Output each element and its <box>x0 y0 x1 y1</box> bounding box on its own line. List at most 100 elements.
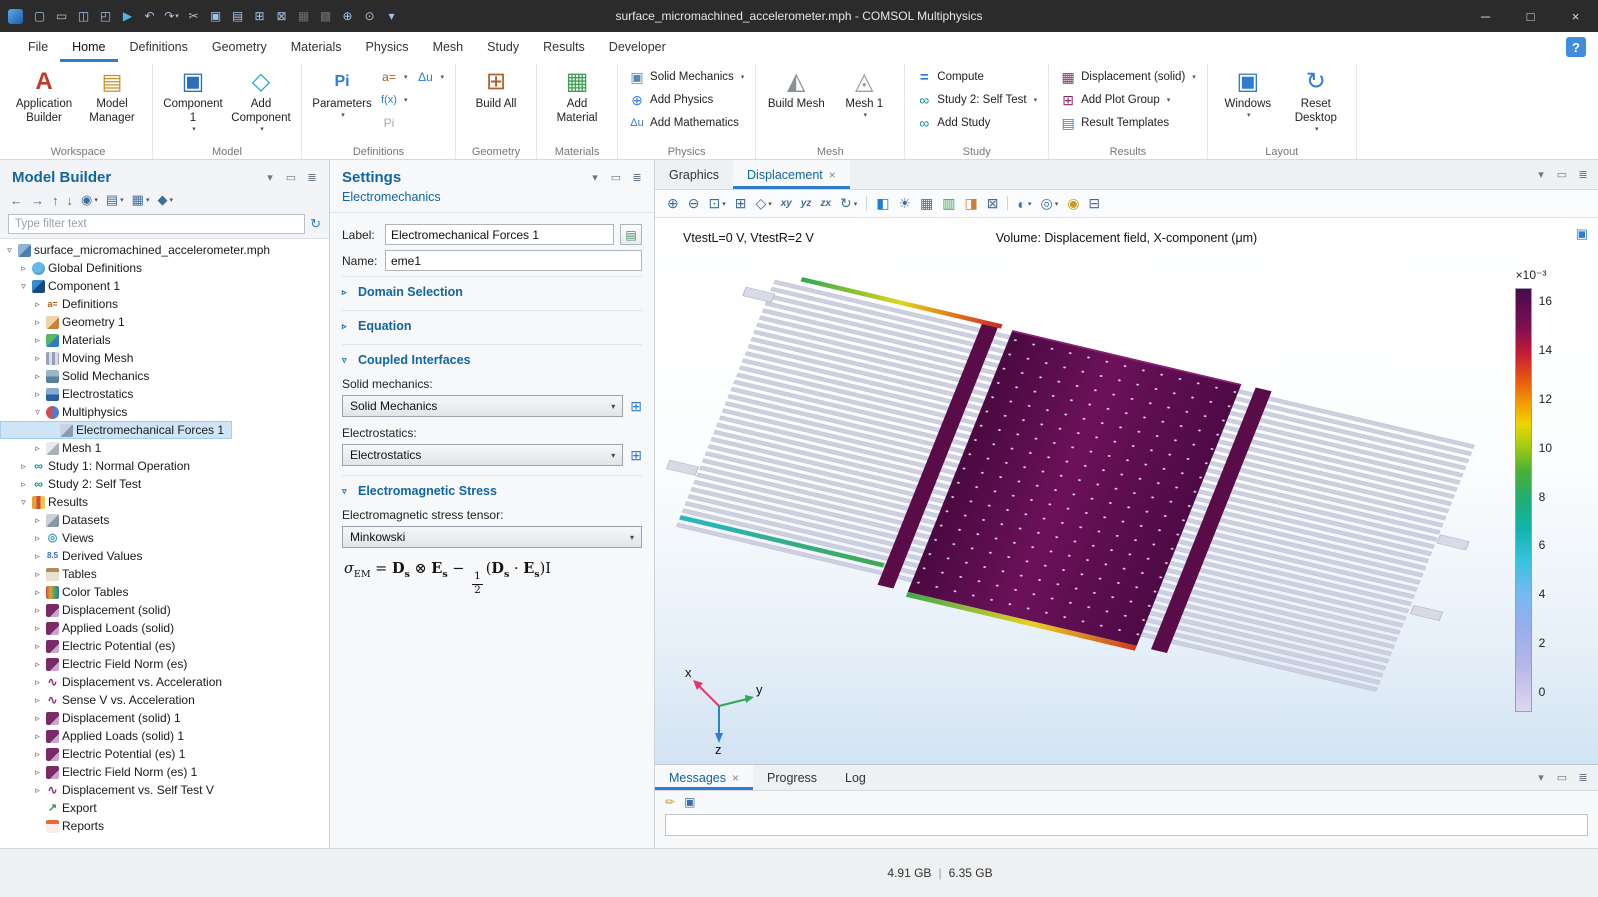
tree-item[interactable]: ▹Solid Mechanics <box>0 367 329 385</box>
appearance-icon[interactable]: ◐▾ <box>1017 196 1031 212</box>
tree-item[interactable]: ↗Export <box>0 799 329 817</box>
tree-item[interactable]: ▹Displacement (solid) 1 <box>0 709 329 727</box>
tree-item[interactable]: ▿Results <box>0 493 329 511</box>
component-1-button[interactable]: ▣Component 1▾ <box>160 66 226 136</box>
menu-geometry[interactable]: Geometry <box>200 32 279 62</box>
go-to-default-view-icon[interactable]: ◇▾ <box>755 195 771 212</box>
zoom-extents-icon[interactable]: ⊞ <box>735 195 747 212</box>
menu-results[interactable]: Results <box>531 32 597 62</box>
minimize-panel-icon[interactable]: ▾ <box>1534 168 1548 182</box>
menu-file[interactable]: File <box>16 32 60 62</box>
zoom-quick-icon[interactable]: ⊕ <box>337 5 358 27</box>
label-input[interactable] <box>385 224 614 245</box>
tree-item[interactable]: ▿Multiphysics <box>0 403 329 421</box>
help-button[interactable]: ? <box>1566 37 1586 57</box>
graphics-tab-graphics[interactable]: Graphics <box>655 160 733 189</box>
copy-messages-icon[interactable]: ▣ <box>684 795 695 809</box>
expand-icon[interactable]: ▹ <box>32 641 43 652</box>
go-to-electrostatics-icon[interactable]: ⊞ <box>630 447 642 464</box>
view-xy-plane-icon[interactable]: xy <box>781 198 792 209</box>
table-disabled-icon[interactable]: ▦ <box>293 5 314 27</box>
expand-icon[interactable]: ▹ <box>32 551 43 562</box>
show-legends-icon[interactable]: ▥ <box>942 195 955 212</box>
float-panel-icon[interactable]: ▭ <box>609 171 623 185</box>
expand-icon[interactable]: ▹ <box>32 371 43 382</box>
go-to-node-icon[interactable]: ◆▾ <box>157 192 173 208</box>
close-icon[interactable]: × <box>1553 0 1598 32</box>
collapse-icon[interactable]: ▿ <box>4 245 15 256</box>
float-panel-icon[interactable]: ▭ <box>1555 771 1569 785</box>
delete-icon[interactable]: ⊠ <box>271 5 292 27</box>
menu-physics[interactable]: Physics <box>353 32 420 62</box>
redo-icon[interactable]: ↷▾ <box>161 5 182 27</box>
application-builder-button[interactable]: AApplication Builder <box>11 66 77 128</box>
collapse-icon[interactable]: ▿ <box>18 281 29 292</box>
tree-item[interactable]: ▹∞Study 1: Normal Operation <box>0 457 329 475</box>
new-file-icon[interactable]: ▢ <box>29 5 50 27</box>
tree-item[interactable]: ▹Global Definitions <box>0 259 329 277</box>
expand-icon[interactable]: ▹ <box>18 479 29 490</box>
variables-button[interactable]: a=▾ <box>377 66 412 88</box>
grid-disabled-icon[interactable]: ▩ <box>315 5 336 27</box>
lock-view-icon[interactable]: ⊠ <box>987 195 999 212</box>
move-down-icon[interactable]: ↓ <box>67 193 74 208</box>
undo-icon[interactable]: ↶ <box>139 5 160 27</box>
clear-messages-icon[interactable]: ✏ <box>665 795 675 809</box>
minimize-panel-icon[interactable]: ▾ <box>263 171 277 185</box>
expand-icon[interactable]: ▹ <box>32 677 43 688</box>
accelerometer-3d-plot[interactable] <box>655 218 1598 764</box>
minimize-panel-icon[interactable]: ▾ <box>1534 771 1548 785</box>
expand-icon[interactable]: ▹ <box>32 659 43 670</box>
tree-item[interactable]: ▹Applied Loads (solid) <box>0 619 329 637</box>
zoom-out-icon[interactable]: ⊖ <box>688 195 700 212</box>
view-yz-plane-icon[interactable]: yz <box>801 198 812 209</box>
compute-button[interactable]: =Compute <box>912 66 1041 88</box>
expand-icon[interactable]: ▹ <box>32 317 43 328</box>
settings-subtitle[interactable]: Electromechanics <box>330 190 654 213</box>
expand-icon[interactable]: ▹ <box>32 335 43 346</box>
scene-light-icon[interactable]: ☀ <box>898 195 911 212</box>
tree-item[interactable]: ▹Geometry 1 <box>0 313 329 331</box>
float-panel-icon[interactable]: ▭ <box>284 171 298 185</box>
stress-tensor-select[interactable]: Minkowski ▾ <box>342 526 642 548</box>
go-to-solid-mechanics-icon[interactable]: ⊞ <box>630 398 642 415</box>
forward-icon[interactable]: → <box>31 193 44 208</box>
tree-item[interactable]: ▹Electric Potential (es) <box>0 637 329 655</box>
expand-icon[interactable]: ▹ <box>32 569 43 580</box>
expand-icon[interactable]: ▹ <box>32 515 43 526</box>
tree-item[interactable]: ▹8.5Derived Values <box>0 547 329 565</box>
tree-item[interactable]: ▹Electrostatics <box>0 385 329 403</box>
messages-content[interactable] <box>665 814 1588 836</box>
expand-icon[interactable]: ▹ <box>32 785 43 796</box>
section-domain-selection[interactable]: ▹ Domain Selection <box>342 276 642 305</box>
expand-icon[interactable]: ▹ <box>32 605 43 616</box>
expand-icon[interactable]: ▹ <box>32 587 43 598</box>
minimize-panel-icon[interactable]: ▾ <box>588 171 602 185</box>
save-icon[interactable]: ◫ <box>73 5 94 27</box>
parameters-button[interactable]: PiParameters▾ <box>309 66 375 122</box>
add-material-button[interactable]: ▦Add Material <box>544 66 610 128</box>
collapse-icon[interactable]: ▿ <box>32 407 43 418</box>
build-mesh-button[interactable]: ◭Build Mesh <box>763 66 829 114</box>
panel-menu-icon[interactable]: ≣ <box>305 171 319 185</box>
tree-item[interactable]: ▹∿Sense V vs. Acceleration <box>0 691 329 709</box>
save-to-recovery-icon[interactable]: ◰ <box>95 5 116 27</box>
tree-item[interactable]: ▹Moving Mesh <box>0 349 329 367</box>
expand-icon[interactable]: ▹ <box>32 533 43 544</box>
add-physics-button[interactable]: ⊕Add Physics <box>625 89 748 111</box>
expand-icon[interactable]: ▹ <box>32 623 43 634</box>
model-manager-button[interactable]: ▤Model Manager <box>79 66 145 128</box>
tree-item[interactable]: ▹Electric Field Norm (es) 1 <box>0 763 329 781</box>
tree-item[interactable]: ▹Datasets <box>0 511 329 529</box>
material-color-icon[interactable]: ◨ <box>965 195 978 212</box>
menu-study[interactable]: Study <box>475 32 531 62</box>
view-zx-plane-icon[interactable]: zx <box>820 198 831 209</box>
add-study-button[interactable]: ∞Add Study <box>912 112 1041 134</box>
model-tree-view-icon[interactable]: ▤▾ <box>106 192 124 208</box>
node-grouping-icon[interactable]: ▦▾ <box>132 192 150 208</box>
paste-icon[interactable]: ▤ <box>227 5 248 27</box>
expand-icon[interactable]: ▹ <box>32 749 43 760</box>
graphics-tab-displacement[interactable]: Displacement× <box>733 160 850 189</box>
panel-menu-icon[interactable]: ≣ <box>1576 168 1590 182</box>
select-quick-icon[interactable]: ⊙ <box>359 5 380 27</box>
